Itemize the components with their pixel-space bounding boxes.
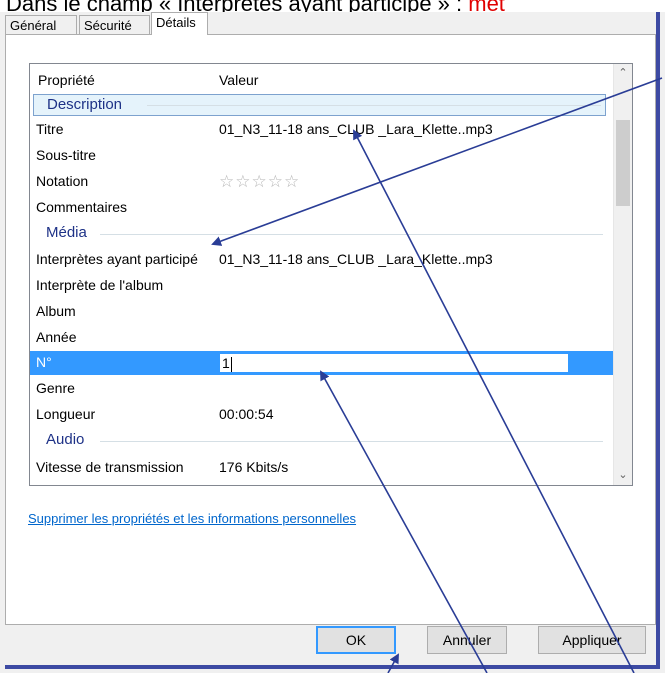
row-commentaires[interactable]: Commentaires xyxy=(30,195,613,221)
row-longueur[interactable]: Longueur 00:00:54 xyxy=(30,402,613,428)
group-label: Description xyxy=(47,96,123,113)
details-panel: Propriété Valeur Description Titre 01_N3… xyxy=(5,34,656,625)
row-value: 01_N3_11-18 ans_CLUB _Lara_Klette..mp3 xyxy=(219,121,493,137)
rating-stars[interactable]: ☆☆☆☆☆ xyxy=(219,172,300,192)
remove-properties-link[interactable]: Supprimer les propriétés et les informat… xyxy=(28,511,356,526)
row-key: Notation xyxy=(36,173,89,189)
row-key: Sous-titre xyxy=(36,147,96,163)
row-key: Titre xyxy=(36,121,64,137)
row-album[interactable]: Album xyxy=(30,299,613,325)
scroll-down-icon[interactable]: ⌄ xyxy=(614,466,632,485)
row-key: Vitesse de transmission xyxy=(36,459,184,475)
row-key: Longueur xyxy=(36,406,96,422)
text-caret xyxy=(230,356,232,372)
scroll-up-icon[interactable]: ⌃ xyxy=(614,64,632,83)
row-vitesse[interactable]: Vitesse de transmission 176 Kbits/s xyxy=(30,455,613,481)
row-key: Album xyxy=(36,303,76,319)
list-header: Propriété Valeur xyxy=(30,64,613,92)
group-description[interactable]: Description xyxy=(33,94,606,116)
row-interprete-album[interactable]: Interprète de l'album xyxy=(30,273,613,299)
row-value: 01_N3_11-18 ans_CLUB _Lara_Klette..mp3 xyxy=(219,251,493,267)
group-divider xyxy=(100,234,603,235)
row-annee[interactable]: Année xyxy=(30,325,613,351)
ok-button[interactable]: OK xyxy=(316,626,396,654)
group-media[interactable]: Média xyxy=(30,221,613,247)
row-value: 176 Kbits/s xyxy=(219,459,289,475)
tab-securite[interactable]: Sécurité xyxy=(79,15,150,34)
group-divider xyxy=(100,441,603,442)
row-titre[interactable]: Titre 01_N3_11-18 ans_CLUB _Lara_Klette.… xyxy=(30,117,613,143)
row-interpretes[interactable]: Interprètes ayant participé 01_N3_11-18 … xyxy=(30,247,613,273)
group-label: Audio xyxy=(46,431,85,448)
group-label: Média xyxy=(46,224,87,241)
row-genre[interactable]: Genre xyxy=(30,376,613,402)
group-audio[interactable]: Audio xyxy=(30,428,613,454)
row-key: Interprète de l'album xyxy=(36,277,164,293)
row-key: Commentaires xyxy=(36,199,128,215)
row-key: Interprètes ayant participé xyxy=(36,251,198,267)
cancel-button[interactable]: Annuler xyxy=(427,626,507,654)
column-header-property[interactable]: Propriété xyxy=(38,72,95,88)
properties-list[interactable]: Propriété Valeur Description Titre 01_N3… xyxy=(29,63,633,486)
frame-border-bottom xyxy=(5,665,656,669)
properties-dialog: Général Sécurité Détails Propriété Valeu… xyxy=(0,12,665,673)
vertical-scrollbar[interactable]: ⌃ ⌄ xyxy=(613,64,632,485)
tab-general[interactable]: Général xyxy=(5,15,77,34)
track-number-value: 1 xyxy=(222,355,230,371)
row-key: Année xyxy=(36,329,77,345)
row-numero[interactable]: N° 1 xyxy=(30,351,613,375)
row-soustitre[interactable]: Sous-titre xyxy=(30,143,613,169)
row-value: 00:00:54 xyxy=(219,406,274,422)
column-header-value[interactable]: Valeur xyxy=(219,72,258,88)
group-divider xyxy=(147,105,601,106)
row-notation[interactable]: Notation ☆☆☆☆☆ xyxy=(30,169,613,195)
track-number-input[interactable]: 1 xyxy=(219,353,569,373)
row-key: N° xyxy=(36,354,52,370)
apply-button[interactable]: Appliquer xyxy=(538,626,646,654)
tab-details[interactable]: Détails xyxy=(151,12,208,35)
scroll-thumb[interactable] xyxy=(616,120,630,206)
frame-border-right xyxy=(656,12,660,669)
row-key: Genre xyxy=(36,380,75,396)
